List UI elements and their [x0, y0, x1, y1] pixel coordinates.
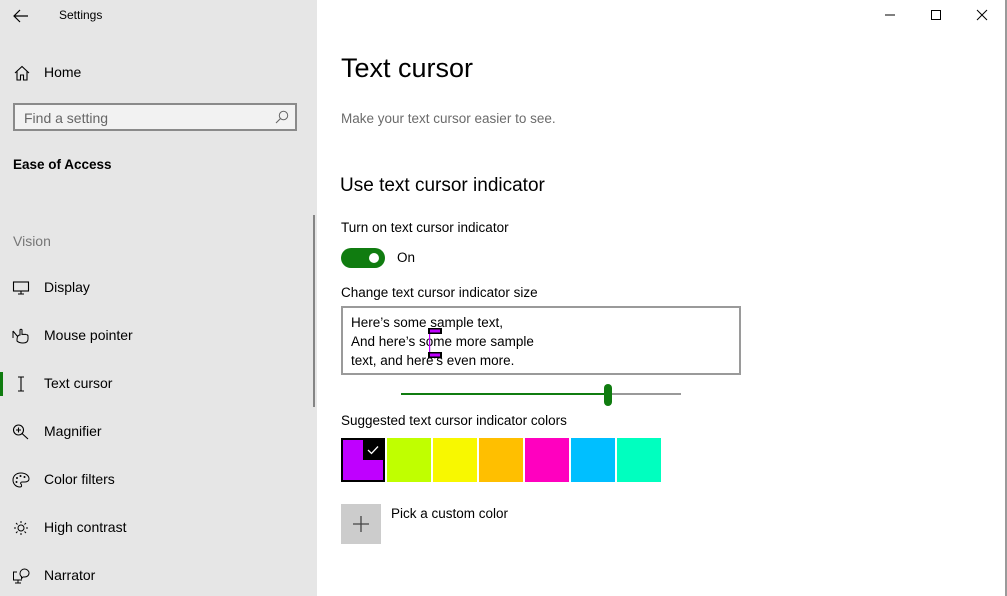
color-swatch-orange[interactable]: [479, 438, 523, 482]
minimize-button[interactable]: [867, 0, 913, 30]
sidebar-item-color-filters[interactable]: Color filters: [0, 460, 310, 500]
colors-label: Suggested text cursor indicator colors: [341, 413, 567, 428]
magnifier-icon: [12, 424, 30, 440]
sidebar-item-label: Color filters: [44, 471, 115, 487]
sidebar-item-magnifier[interactable]: Magnifier: [0, 412, 310, 452]
color-swatch-lime[interactable]: [387, 438, 431, 482]
window-controls: [867, 0, 1005, 30]
sidebar-item-home[interactable]: Home: [0, 58, 317, 88]
sun-icon: [12, 520, 30, 536]
search-box[interactable]: [13, 103, 297, 131]
minimize-icon: [885, 14, 895, 16]
close-icon: [976, 9, 988, 21]
group-label-vision: Vision: [13, 233, 51, 249]
palette-icon: [12, 472, 30, 488]
sidebar-item-label: Text cursor: [44, 375, 113, 391]
color-swatch-yellow[interactable]: [433, 438, 477, 482]
page-title: Text cursor: [341, 53, 474, 83]
sidebar: Settings Home Ease of Access Vision Disp…: [0, 0, 317, 596]
section-heading: Use text cursor indicator: [340, 175, 545, 196]
slider-fill: [401, 393, 609, 395]
sample-text-preview: Here’s some sample text, And here’s some…: [341, 306, 741, 375]
color-swatch-sky-blue[interactable]: [571, 438, 615, 482]
sidebar-item-label: Display: [44, 279, 90, 295]
pick-custom-color-button[interactable]: [341, 504, 381, 544]
app-title: Settings: [59, 8, 103, 22]
home-label: Home: [44, 64, 82, 80]
sidebar-scrollbar[interactable]: [313, 215, 315, 407]
color-swatches: [341, 438, 661, 482]
sidebar-item-label: Mouse pointer: [44, 327, 133, 343]
close-button[interactable]: [959, 0, 1005, 30]
slider-thumb[interactable]: [604, 384, 613, 406]
monitor-icon: [12, 280, 30, 296]
toggle-label: Turn on text cursor indicator: [341, 220, 509, 235]
plus-icon: [353, 516, 369, 532]
size-label: Change text cursor indicator size: [341, 285, 538, 300]
home-icon: [14, 65, 30, 81]
color-swatch-purple[interactable]: [341, 438, 385, 482]
toggle-knob: [369, 253, 379, 263]
sidebar-item-high-contrast[interactable]: High contrast: [0, 508, 310, 548]
color-swatch-pink[interactable]: [525, 438, 569, 482]
sidebar-item-label: Narrator: [44, 567, 96, 583]
arrow-left-icon: [13, 9, 28, 23]
color-swatch-aqua[interactable]: [617, 438, 661, 482]
text-cursor-icon: [12, 376, 30, 392]
page-description: Make your text cursor easier to see.: [341, 111, 556, 126]
cursor-size-slider[interactable]: [401, 384, 681, 406]
search-icon[interactable]: [275, 110, 289, 124]
cursor-indicator-preview: [428, 328, 442, 358]
search-input[interactable]: [24, 109, 264, 127]
sidebar-item-label: High contrast: [44, 519, 127, 535]
checkmark-icon: [363, 440, 383, 460]
back-button[interactable]: [8, 4, 34, 28]
custom-color-label[interactable]: Pick a custom color: [391, 506, 508, 521]
cursor-indicator-toggle[interactable]: [341, 248, 385, 268]
maximize-icon: [931, 10, 941, 20]
section-title: Ease of Access: [13, 157, 112, 172]
narrator-icon: [12, 568, 30, 584]
active-indicator: [0, 372, 3, 396]
sidebar-item-mouse-pointer[interactable]: Mouse pointer: [0, 316, 310, 356]
sidebar-item-display[interactable]: Display: [0, 268, 310, 308]
hand-pointer-icon: [12, 328, 30, 344]
maximize-button[interactable]: [913, 0, 959, 30]
sidebar-item-narrator[interactable]: Narrator: [0, 556, 310, 596]
toggle-state-label: On: [397, 250, 416, 265]
sidebar-item-text-cursor[interactable]: Text cursor: [0, 364, 310, 404]
sidebar-item-label: Magnifier: [44, 423, 102, 439]
